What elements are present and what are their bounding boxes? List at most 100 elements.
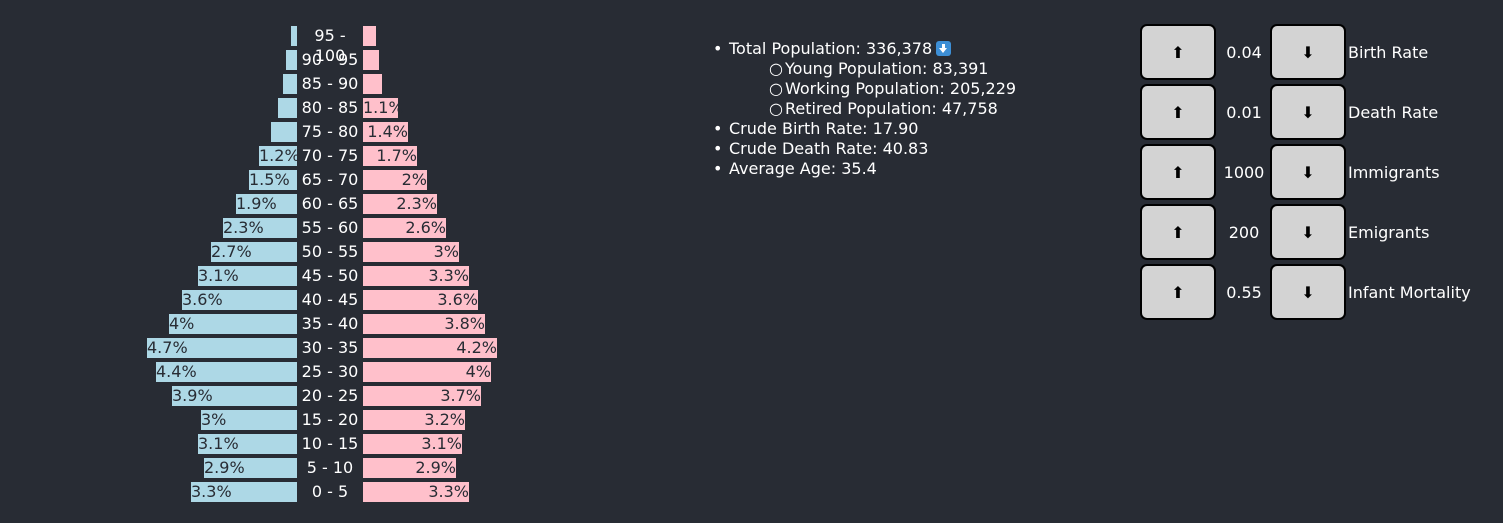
working-population-text: Working Population: 205,229 bbox=[785, 79, 1017, 98]
emigrants-decrease-button[interactable]: ⬇ bbox=[1270, 204, 1346, 260]
female-bar: 2% bbox=[363, 170, 427, 190]
circle-bullet-icon: ○ bbox=[769, 79, 783, 98]
female-bar: 3.3% bbox=[363, 266, 469, 286]
immigrants-decrease-button[interactable]: ⬇ bbox=[1270, 144, 1346, 200]
pyramid-row: 3.3% 0 - 5 3.3% bbox=[0, 482, 680, 502]
male-bar: 2.9% bbox=[204, 458, 297, 478]
death-rate-decrease-button[interactable]: ⬇ bbox=[1270, 84, 1346, 140]
age-group-label: 50 - 55 bbox=[301, 242, 359, 261]
stat-young-population: ○ Young Population: 83,391 bbox=[729, 59, 1016, 79]
pyramid-row: 80 - 85 1.1% bbox=[0, 98, 680, 118]
age-group-label: 70 - 75 bbox=[301, 146, 359, 165]
age-group-label: 75 - 80 bbox=[301, 122, 359, 141]
birth-rate-text: Crude Birth Rate: 17.90 bbox=[729, 119, 919, 138]
stats-list: • Total Population: 336,378 ○ Young Popu… bbox=[713, 39, 1016, 179]
stats-sublist: ○ Young Population: 83,391 ○ Working Pop… bbox=[729, 59, 1016, 119]
death-rate-text: Crude Death Rate: 40.83 bbox=[729, 139, 929, 158]
down-arrow-icon: ⬇ bbox=[1301, 222, 1315, 242]
infant-mortality-decrease-button[interactable]: ⬇ bbox=[1270, 264, 1346, 320]
pyramid-row: 2.9% 5 - 10 2.9% bbox=[0, 458, 680, 478]
control-immigrants: ⬆ 1000 ⬇ Immigrants bbox=[1139, 143, 1499, 203]
female-bar bbox=[363, 50, 379, 70]
female-bar: 3.2% bbox=[363, 410, 465, 430]
female-bar bbox=[363, 74, 382, 94]
male-bar: 3.1% bbox=[198, 434, 297, 454]
female-bar: 3.6% bbox=[363, 290, 478, 310]
male-bar: 2.3% bbox=[223, 218, 297, 238]
female-bar: 3.8% bbox=[363, 314, 485, 334]
male-bar bbox=[283, 74, 297, 94]
female-bar: 1.4% bbox=[363, 122, 408, 142]
stat-retired-population: ○ Retired Population: 47,758 bbox=[729, 99, 1016, 119]
down-arrow-icon: ⬇ bbox=[1301, 282, 1315, 302]
male-bar: 1.5% bbox=[249, 170, 297, 190]
female-bar: 2.9% bbox=[363, 458, 456, 478]
age-group-label: 45 - 50 bbox=[301, 266, 359, 285]
birth-rate-value: 0.04 bbox=[1226, 43, 1262, 62]
control-emigrants: ⬆ 200 ⬇ Emigrants bbox=[1139, 203, 1499, 263]
male-bar: 4% bbox=[169, 314, 297, 334]
emigrants-increase-button[interactable]: ⬆ bbox=[1140, 204, 1216, 260]
age-group-label: 30 - 35 bbox=[301, 338, 359, 357]
age-group-label: 80 - 85 bbox=[301, 98, 359, 117]
death-rate-value: 0.01 bbox=[1226, 103, 1262, 122]
age-group-label: 90 - 95 bbox=[301, 50, 359, 69]
age-group-label: 95 - 100 bbox=[314, 26, 346, 65]
male-bar: 4.7% bbox=[147, 338, 297, 358]
control-birth-rate: ⬆ 0.04 ⬇ Birth Rate bbox=[1139, 23, 1499, 83]
age-group-label: 20 - 25 bbox=[301, 386, 359, 405]
male-bar: 3.3% bbox=[191, 482, 297, 502]
emigrants-value: 200 bbox=[1228, 223, 1260, 242]
age-group-label: 15 - 20 bbox=[301, 410, 359, 429]
bullet-icon: • bbox=[713, 139, 723, 158]
male-bar: 3.9% bbox=[172, 386, 297, 406]
male-bar: 1.2% bbox=[259, 146, 300, 166]
birth-rate-increase-button[interactable]: ⬆ bbox=[1140, 24, 1216, 80]
pyramid-row: 3.1% 45 - 50 3.3% bbox=[0, 266, 680, 286]
female-bar: 4% bbox=[363, 362, 491, 382]
pyramid-row: 3.9% 20 - 25 3.7% bbox=[0, 386, 680, 406]
male-bar bbox=[278, 98, 297, 118]
age-group-label: 0 - 5 bbox=[311, 482, 349, 501]
age-group-label: 35 - 40 bbox=[301, 314, 359, 333]
pyramid-row: 4% 35 - 40 3.8% bbox=[0, 314, 680, 334]
male-bar: 3% bbox=[201, 410, 297, 430]
control-infant-mortality: ⬆ 0.55 ⬇ Infant Mortality bbox=[1139, 263, 1499, 323]
circle-bullet-icon: ○ bbox=[769, 59, 783, 78]
up-arrow-icon: ⬆ bbox=[1171, 102, 1185, 122]
pyramid-row: 85 - 90 bbox=[0, 74, 680, 94]
pyramid-row: 3% 15 - 20 3.2% bbox=[0, 410, 680, 430]
down-arrow-icon: ⬇ bbox=[1301, 42, 1315, 62]
male-bar: 2.7% bbox=[211, 242, 297, 262]
stat-birth-rate: • Crude Birth Rate: 17.90 bbox=[713, 119, 1016, 139]
birth-rate-label: Birth Rate bbox=[1348, 43, 1429, 62]
pyramid-row: 90 - 95 bbox=[0, 50, 680, 70]
down-arrow-icon bbox=[936, 41, 952, 56]
total-population-text: Total Population: 336,378 bbox=[729, 39, 933, 58]
bullet-icon: • bbox=[713, 39, 723, 58]
up-arrow-icon: ⬆ bbox=[1171, 42, 1185, 62]
stat-total-population: • Total Population: 336,378 ○ Young Popu… bbox=[713, 39, 1016, 119]
birth-rate-decrease-button[interactable]: ⬇ bbox=[1270, 24, 1346, 80]
female-bar: 3.1% bbox=[363, 434, 462, 454]
death-rate-increase-button[interactable]: ⬆ bbox=[1140, 84, 1216, 140]
up-arrow-icon: ⬆ bbox=[1171, 162, 1185, 182]
female-bar bbox=[363, 26, 376, 46]
immigrants-increase-button[interactable]: ⬆ bbox=[1140, 144, 1216, 200]
bullet-icon: • bbox=[713, 159, 723, 178]
age-group-label: 60 - 65 bbox=[301, 194, 359, 213]
pyramid-row: 2.3% 55 - 60 2.6% bbox=[0, 218, 680, 238]
emigrants-label: Emigrants bbox=[1348, 223, 1430, 242]
bullet-icon: • bbox=[713, 119, 723, 138]
male-bar: 4.4% bbox=[156, 362, 297, 382]
immigrants-value: 1000 bbox=[1223, 163, 1265, 182]
circle-bullet-icon: ○ bbox=[769, 99, 783, 118]
up-arrow-icon: ⬆ bbox=[1171, 222, 1185, 242]
pyramid-row: 1.9% 60 - 65 2.3% bbox=[0, 194, 680, 214]
age-group-label: 65 - 70 bbox=[301, 170, 359, 189]
infant-mortality-increase-button[interactable]: ⬆ bbox=[1140, 264, 1216, 320]
female-bar: 4.2% bbox=[363, 338, 497, 358]
pyramid-row: 75 - 80 1.4% bbox=[0, 122, 680, 142]
male-bar: 3.6% bbox=[182, 290, 297, 310]
pyramid-row: 4.4% 25 - 30 4% bbox=[0, 362, 680, 382]
